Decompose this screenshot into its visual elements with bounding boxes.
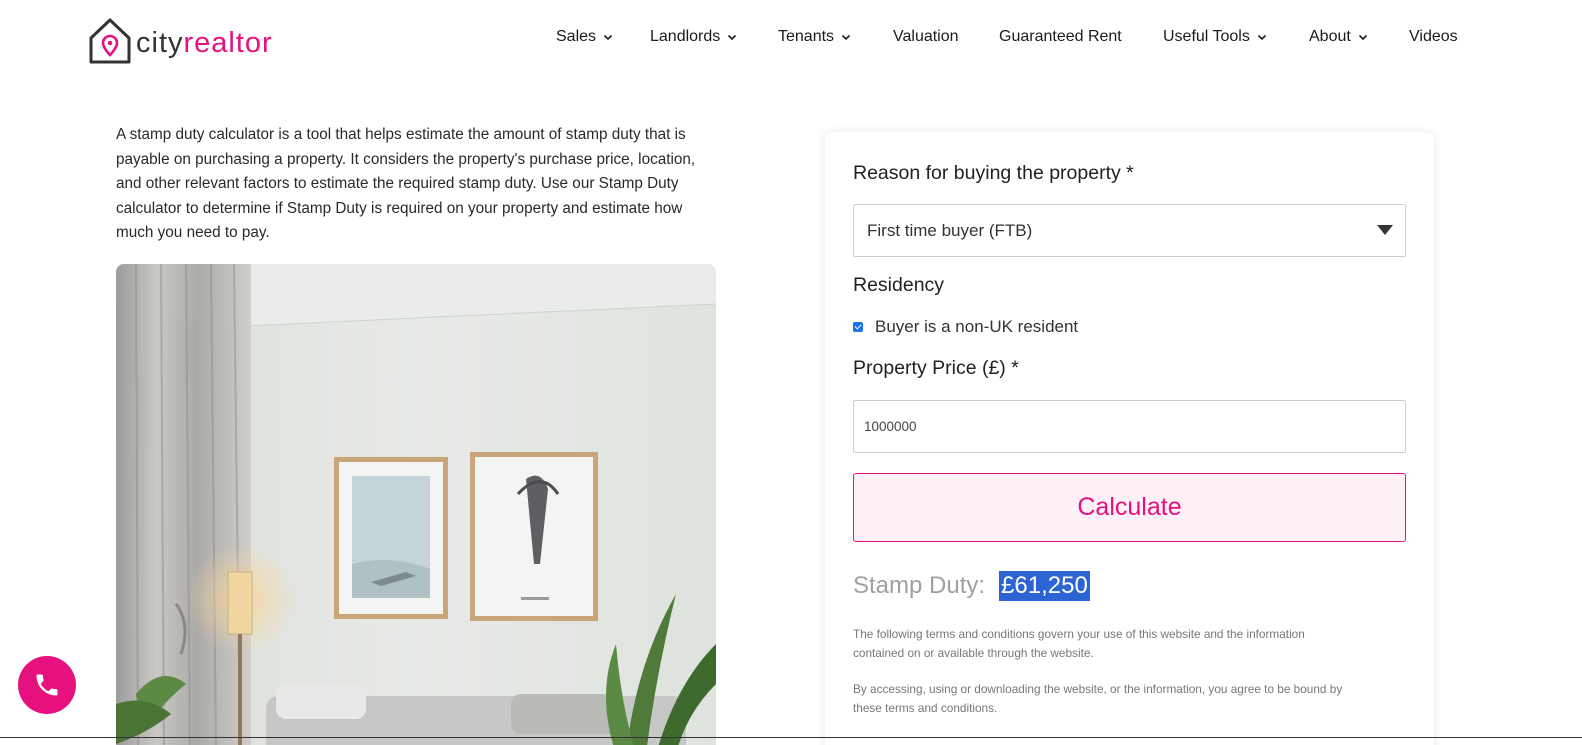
property-price-input[interactable]: 1000000 <box>853 400 1406 453</box>
nav-label: Tenants <box>778 28 835 45</box>
nav-label: Sales <box>556 28 597 45</box>
reason-select[interactable]: First time buyer (FTB) <box>853 204 1406 257</box>
terms-line: contained on or available through the we… <box>853 646 1094 660</box>
property-price-label: Property Price (£) * <box>853 357 1019 379</box>
call-button[interactable] <box>18 656 76 714</box>
stamp-duty-result-label: Stamp Duty: <box>853 572 986 599</box>
terms-line: The following terms and conditions gover… <box>853 627 1305 641</box>
reason-select-value: First time buyer (FTB) <box>867 220 1033 240</box>
caret-down-icon <box>1377 225 1393 235</box>
interior-illustration <box>116 264 716 745</box>
nav-label: Landlords <box>650 28 721 45</box>
terms-paragraph-2: By accessing, using or downloading the w… <box>853 680 1413 718</box>
chevron-down-icon <box>603 34 613 41</box>
phone-icon <box>36 674 58 696</box>
terms-line: these terms and conditions. <box>853 701 998 715</box>
chevron-down-icon <box>841 34 851 41</box>
terms-line: By accessing, using or downloading the w… <box>853 682 1343 696</box>
house-pin-icon <box>89 18 131 64</box>
intro-line: calculator to determine if Stamp Duty is… <box>116 199 683 217</box>
intro-line: and other relevant factors to estimate t… <box>116 175 679 192</box>
page-divider <box>0 737 1582 738</box>
nav-item-useful-tools[interactable]: Useful Tools <box>1163 28 1267 46</box>
nav-label: Guaranteed Rent <box>999 28 1122 45</box>
nav-item-sales[interactable]: Sales <box>556 28 613 46</box>
terms-paragraph-1: The following terms and conditions gover… <box>853 625 1413 663</box>
non-uk-resident-row: Buyer is a non-UK resident <box>853 317 1078 337</box>
calculate-button[interactable]: Calculate <box>853 473 1406 542</box>
non-uk-resident-label[interactable]: Buyer is a non-UK resident <box>875 317 1078 337</box>
logo[interactable]: cityrealtor <box>88 16 273 66</box>
logo-realtor: realtor <box>183 26 273 59</box>
logo-text: cityrealtor <box>136 27 273 60</box>
stamp-duty-calculator-card: Reason for buying the property * First t… <box>825 132 1434 745</box>
intro-line: payable on purchasing a property. It con… <box>116 150 696 168</box>
nav-item-landlords[interactable]: Landlords <box>650 28 737 46</box>
nav-label: About <box>1309 28 1351 45</box>
chevron-down-icon <box>1358 34 1367 41</box>
nav-item-videos[interactable]: Videos <box>1409 28 1458 46</box>
nav-label: Valuation <box>893 28 959 45</box>
nav-item-valuation[interactable]: Valuation <box>893 28 959 46</box>
chevron-down-icon <box>1257 34 1266 41</box>
intro-line: A stamp duty calculator is a tool that h… <box>116 126 686 143</box>
nav-item-tenants[interactable]: Tenants <box>778 28 851 46</box>
calculate-button-label: Calculate <box>1077 493 1182 521</box>
nav-item-guaranteed-rent[interactable]: Guaranteed Rent <box>999 28 1122 46</box>
chevron-down-icon <box>728 34 737 41</box>
picture-frame-left <box>334 457 448 619</box>
stamp-duty-result: Stamp Duty: £61,250 <box>853 571 1090 601</box>
picture-frame-right <box>470 452 598 621</box>
logo-city: city <box>136 26 184 59</box>
reason-label: Reason for buying the property * <box>853 162 1134 184</box>
interior-photo <box>116 264 716 745</box>
intro-line: much you need to pay. <box>116 224 270 241</box>
residency-label: Residency <box>853 274 945 296</box>
nav-label: Videos <box>1409 28 1458 45</box>
nav-label: Useful Tools <box>1163 28 1250 45</box>
stamp-duty-result-value: £61,250 <box>999 571 1090 601</box>
non-uk-resident-checkbox[interactable] <box>853 322 863 332</box>
intro-text: A stamp duty calculator is a tool that h… <box>116 123 766 246</box>
nav-item-about[interactable]: About <box>1309 28 1368 46</box>
property-price-value: 1000000 <box>864 419 917 434</box>
